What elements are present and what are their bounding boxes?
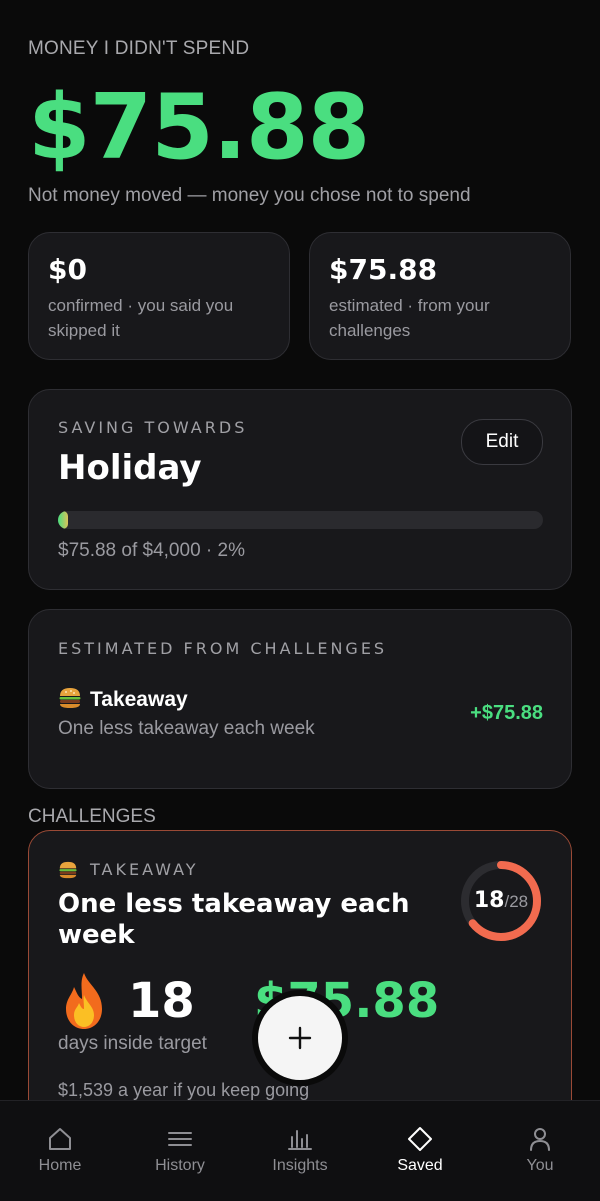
diamond-icon <box>408 1127 432 1151</box>
challenge-category-label: TAKEAWAY <box>90 860 199 879</box>
estimated-from-challenges-card: ESTIMATED FROM CHALLENGES Takeaway One l… <box>28 609 572 789</box>
person-icon <box>530 1128 550 1151</box>
challenge-category: TAKEAWAY <box>58 860 199 879</box>
add-button[interactable] <box>258 996 342 1080</box>
saved-screen: MONEY I DIDN'T SPEND $75.88 Not money mo… <box>0 0 600 1100</box>
estimated-amount: $75.88 <box>329 253 438 286</box>
yearly-projection: $1,539 a year if you keep going <box>58 1080 310 1100</box>
confirmed-caption: confirmed · you said you skipped it <box>48 296 234 340</box>
streak-value: 18 <box>128 973 195 1029</box>
tab-history-label: History <box>155 1157 205 1174</box>
confirmed-amount: $0 <box>48 253 87 286</box>
estimated-card: $75.88 estimated · from your challenges <box>309 232 571 360</box>
flame-icon <box>66 973 102 1029</box>
hero-label: MONEY I DIDN'T SPEND <box>28 38 250 59</box>
tab-saved[interactable]: Saved <box>360 1101 480 1201</box>
goal-progress-caption: $75.88 of $4,000 · 2% <box>58 540 245 561</box>
edit-goal-button[interactable]: Edit <box>461 419 543 465</box>
confirmed-card: $0 confirmed · you said you skipped it <box>28 232 290 360</box>
goal-progress-fill <box>58 511 68 529</box>
streak-label: days inside target <box>58 1033 207 1054</box>
hero-subtitle: Not money moved — money you chose not to… <box>28 185 471 206</box>
estimated-eyebrow: ESTIMATED FROM CHALLENGES <box>58 639 388 658</box>
tab-insights[interactable]: Insights <box>240 1101 360 1201</box>
estimated-item-amount: +$75.88 <box>470 702 543 724</box>
tab-you[interactable]: You <box>480 1101 600 1201</box>
home-icon <box>49 1128 71 1150</box>
streak-stat: 18 <box>58 971 195 1031</box>
tab-saved-label: Saved <box>397 1157 443 1174</box>
estimated-caption: estimated · from your challenges <box>329 296 490 340</box>
goal-progress-bar <box>58 511 543 529</box>
tab-you-label: You <box>526 1157 554 1174</box>
estimated-item-title[interactable]: Takeaway <box>58 687 188 712</box>
tab-insights-label: Insights <box>272 1157 328 1174</box>
challenge-progress-done: 18 <box>473 888 505 913</box>
estimated-item-label: Takeaway <box>90 688 188 711</box>
challenges-section-label: CHALLENGES <box>28 806 156 827</box>
challenge-progress-total: /28 <box>504 892 529 911</box>
estimated-item-subtitle: One less takeaway each week <box>58 718 315 739</box>
burger-icon <box>59 688 81 708</box>
bar-chart-icon <box>288 1130 312 1150</box>
tab-home-label: Home <box>38 1157 82 1174</box>
goal-card[interactable]: SAVING TOWARDS Holiday Edit $75.88 of $4… <box>28 389 572 590</box>
challenge-progress-text: 18/28 <box>459 859 543 943</box>
plus-icon <box>288 1026 312 1050</box>
burger-icon <box>59 861 77 878</box>
hero-amount: $75.88 <box>28 75 370 180</box>
bottom-tab-bar: Home History Insights Saved You <box>0 1100 600 1201</box>
goal-eyebrow: SAVING TOWARDS <box>58 418 248 437</box>
goal-name: Holiday <box>58 448 202 488</box>
list-icon <box>168 1132 192 1146</box>
tab-history[interactable]: History <box>120 1101 240 1201</box>
challenge-title: One less takeaway each week <box>58 889 410 950</box>
tab-home[interactable]: Home <box>0 1101 120 1201</box>
